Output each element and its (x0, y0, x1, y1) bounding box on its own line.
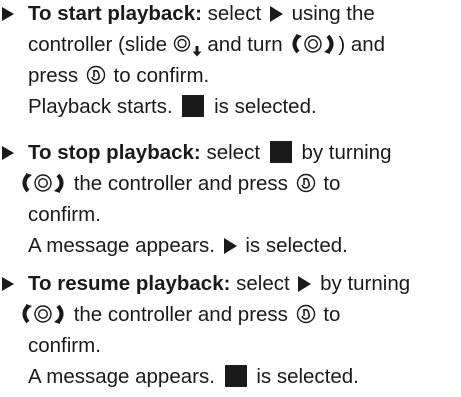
stop-icon (269, 140, 292, 163)
instruction-line: Playback starts. is selected. (28, 93, 317, 121)
instruction-page: To start playback: select using the cont… (0, 0, 461, 397)
instruction-text: is selected. (256, 365, 359, 388)
controller-press-icon (296, 173, 316, 193)
instruction-line: the controller and press to (18, 170, 340, 198)
instruction-text: to confirm. (113, 64, 210, 87)
controller-press-icon (296, 304, 316, 324)
instruction-text: select (236, 272, 290, 295)
play-icon (269, 5, 283, 22)
instruction-text: press (28, 64, 79, 87)
instruction-text: by turning (320, 272, 411, 295)
instruction-text: A message appears. (28, 234, 215, 257)
controller-turn-icon (18, 303, 68, 325)
instruction-text: is selected. (214, 95, 317, 118)
instruction-line: To start playback: select using the (28, 0, 375, 28)
instruction-text: by turning (301, 141, 392, 164)
instruction-text: using the (291, 2, 375, 25)
controller-press-icon (86, 65, 106, 85)
instruction-line: A message appears. is selected. (28, 363, 359, 391)
instruction-line: To stop playback: select by turning (28, 139, 391, 167)
instruction-line: controller (slide and turn) and (28, 31, 385, 59)
instruction-text: confirm. (28, 334, 101, 357)
controller-slide-down-icon (173, 34, 192, 53)
instruction-text: select (206, 141, 261, 164)
instruction-text: the controller and press (73, 303, 288, 326)
stop-icon (182, 94, 205, 117)
instruction-text: to (323, 172, 341, 195)
instruction-line: To resume playback: select by turning (28, 270, 410, 298)
controller-turn-icon (288, 33, 338, 55)
instruction-text: ) and (338, 33, 386, 56)
instruction-line: confirm. (28, 332, 101, 360)
arrow-down-icon (192, 38, 202, 57)
instruction-text: is selected. (245, 234, 348, 257)
instruction-line: press to confirm. (28, 62, 209, 90)
instruction-text: controller (slide (28, 33, 167, 56)
play-icon (298, 275, 312, 292)
instruction-text: the controller and press (73, 172, 288, 195)
instruction-line: the controller and press to (18, 301, 340, 329)
play-icon (223, 237, 237, 254)
bullet-icon (2, 277, 14, 291)
instruction-line: A message appears. is selected. (28, 232, 348, 260)
instruction-text: confirm. (28, 203, 101, 226)
instruction-text: and turn (207, 33, 283, 56)
instruction-lead: To resume playback: (28, 272, 231, 295)
bullet-icon (2, 7, 14, 21)
instruction-line: confirm. (28, 201, 101, 229)
controller-turn-icon (18, 172, 68, 194)
instruction-text: Playback starts. (28, 95, 173, 118)
instruction-text: A message appears. (28, 365, 215, 388)
instruction-text: to (323, 303, 341, 326)
stop-icon (224, 364, 247, 387)
instruction-text: select (207, 2, 262, 25)
instruction-lead: To start playback: (28, 2, 202, 25)
instruction-lead: To stop playback: (28, 141, 201, 164)
bullet-icon (2, 146, 14, 160)
